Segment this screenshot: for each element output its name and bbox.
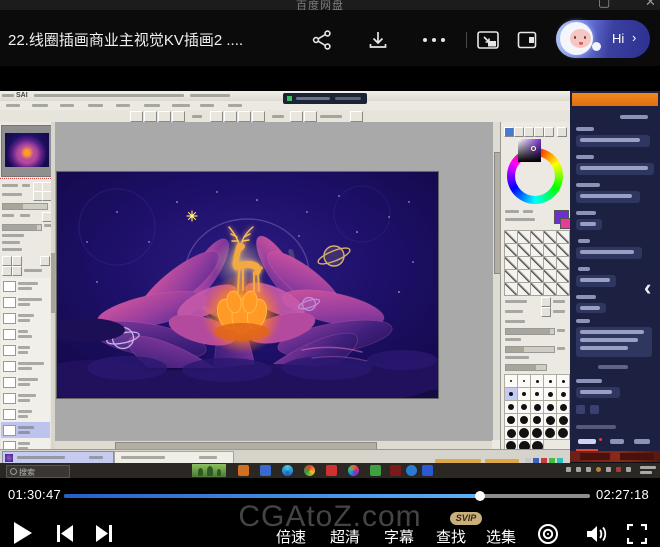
taskbar-search: 搜索 <box>6 465 70 478</box>
find-button[interactable]: 查找 <box>436 526 466 547</box>
svip-badge: SVIP <box>450 512 482 525</box>
progress-bar[interactable] <box>64 494 590 498</box>
taskbar-clock <box>640 466 656 476</box>
more-icon[interactable] <box>421 37 447 43</box>
previous-episode-icon[interactable] <box>56 525 74 547</box>
topbar-divider <box>466 32 467 48</box>
sai-right-panel <box>500 122 571 449</box>
maximize-button[interactable]: ▢ <box>598 0 610 10</box>
search-icon <box>10 468 17 475</box>
close-button[interactable]: ✕ <box>645 0 656 10</box>
sai-left-panel <box>0 122 56 449</box>
video-frame[interactable]: SAI <box>0 66 660 482</box>
next-episode-icon[interactable] <box>95 525 113 547</box>
app-topbar: 22.线圈插画商业主视觉KV插画2 .... <box>0 10 660 66</box>
subtitles-button[interactable]: 字幕 <box>384 526 414 547</box>
volume-icon[interactable] <box>584 523 608 547</box>
taskbar-app-icon <box>326 465 337 476</box>
play-icon[interactable] <box>13 522 33 547</box>
account-pill[interactable]: Hi › <box>556 20 650 58</box>
sidebar-collapse-icon: ‹ <box>644 275 651 301</box>
recorded-sidebar-panel: ‹ <box>570 91 660 462</box>
taskbar-photos-icon <box>348 465 359 476</box>
sidebar-orange-header <box>572 93 658 106</box>
selected-brush-size <box>504 387 518 401</box>
quality-button[interactable]: 超清 <box>330 526 360 547</box>
taskbar-chrome-icon <box>304 465 315 476</box>
selected-layer-row <box>1 422 50 439</box>
navigator-preview <box>1 125 55 177</box>
taskbar-edge-icon <box>282 465 293 476</box>
navigator-artwork-thumbnail <box>5 133 49 167</box>
mini-player-icon[interactable] <box>516 29 538 51</box>
recorded-taskbar: 搜索 <box>0 463 660 478</box>
player-control-bar: 01:30:47 02:27:18 CGAtoZ.com 倍速 超清 字幕 查找… <box>0 482 660 547</box>
download-icon[interactable] <box>367 29 389 51</box>
picture-in-picture-icon[interactable] <box>476 29 500 51</box>
avatar <box>560 22 593 55</box>
recorded-desktop: SAI <box>0 91 660 478</box>
chevron-right-icon: › <box>632 30 636 45</box>
taskbar-app-icon <box>260 465 271 476</box>
taskbar-app-icon <box>238 465 249 476</box>
navigator-zoom-slider <box>2 203 48 210</box>
taskbar-app-icon <box>422 465 433 476</box>
danmaku-settings-icon[interactable] <box>537 523 559 547</box>
canvas-artwork-deer-lotus <box>57 172 438 398</box>
window-titlebar: 百度网盘 ▢ ✕ <box>0 0 660 10</box>
saturation-value-square <box>518 139 541 162</box>
share-icon[interactable] <box>311 29 333 51</box>
taskbar-app-icon <box>370 465 381 476</box>
episodes-button[interactable]: 选集 <box>486 526 516 547</box>
taskbar-app-icon <box>390 465 401 476</box>
avatar-greeting: Hi <box>612 31 624 46</box>
sidebar-bottom-band <box>570 451 660 462</box>
taskbar-weather-widget <box>192 464 226 477</box>
sidebar-tab-active <box>578 439 596 444</box>
video-title: 22.线圈插画商业主视觉KV插画2 .... <box>8 29 243 50</box>
progress-fill <box>64 494 480 498</box>
playback-speed-button[interactable]: 倍速 <box>276 526 306 547</box>
recording-indicator-overlay <box>283 93 367 104</box>
taskbar-app-icon <box>406 465 417 476</box>
window-title: 百度网盘 <box>296 0 344 10</box>
sai-title-text: SAI <box>16 92 28 99</box>
fullscreen-icon[interactable] <box>627 524 647 547</box>
screen: 百度网盘 ▢ ✕ 22.线圈插画商业主视觉KV插画2 .... <box>0 0 660 547</box>
